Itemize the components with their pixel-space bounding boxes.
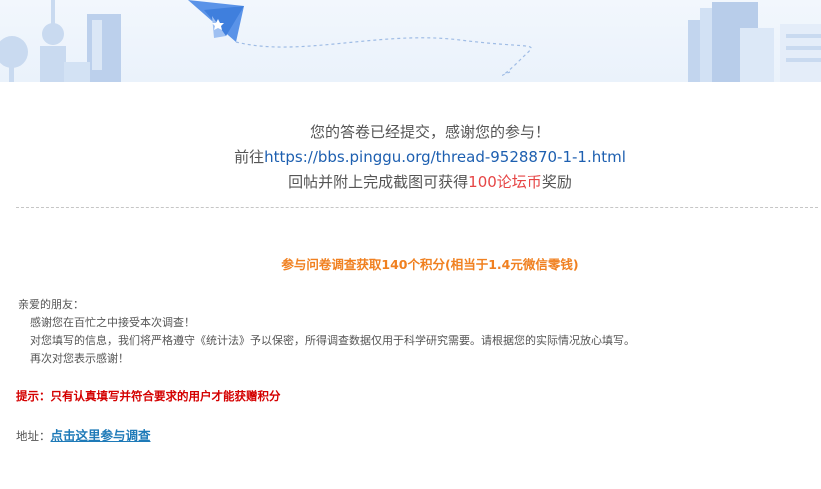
books-icon [688, 2, 821, 82]
reward-coins: 100论坛币 [468, 173, 542, 191]
points-title: 参与问卷调查获取140个积分(相当于1.4元微信零钱) [281, 257, 579, 272]
letter-line: 再次对您表示感谢！ [30, 352, 129, 365]
thread-url[interactable]: https://bbs.pinggu.org/thread-9528870-1-… [264, 148, 626, 166]
paper-plane-icon [188, 0, 244, 42]
reward-line: 回帖并附上完成截图可获得100论坛币奖励 [0, 170, 821, 195]
letter-greeting: 亲爱的朋友： [18, 298, 84, 311]
header-banner [0, 0, 821, 82]
survey-letter: 亲爱的朋友： 感谢您在百忙之中接受本次调查！ 对您填写的信息，我们将严格遵守《统… [18, 296, 635, 368]
city-skyline-icon [0, 0, 121, 82]
address-row: 地址：点击这里参与调查 [16, 425, 151, 444]
tip-text: 提示：只有认真填写并符合要求的用户才能获赠积分 [16, 389, 281, 403]
banner-illustration [0, 0, 821, 82]
flight-path [235, 37, 532, 76]
letter-line: 感谢您在百忙之中接受本次调查！ [30, 316, 195, 329]
reward-prefix: 回帖并附上完成截图可获得 [288, 173, 469, 191]
submission-message: 您的答卷已经提交，感谢您的参与！ 前往https://bbs.pinggu.or… [0, 120, 821, 195]
address-label: 地址： [16, 429, 51, 443]
reply-line: 前往https://bbs.pinggu.org/thread-9528870-… [0, 145, 821, 170]
survey-link[interactable]: 点击这里参与调查 [51, 428, 151, 443]
dashed-divider [16, 207, 818, 208]
letter-line: 对您填写的信息，我们将严格遵守《统计法》予以保密，所得调查数据仅用于科学研究需要… [30, 334, 635, 347]
reply-prefix: 前往 [234, 148, 265, 166]
reward-suffix: 奖励 [541, 173, 572, 191]
thanks-line: 您的答卷已经提交，感谢您的参与！ [309, 123, 550, 141]
